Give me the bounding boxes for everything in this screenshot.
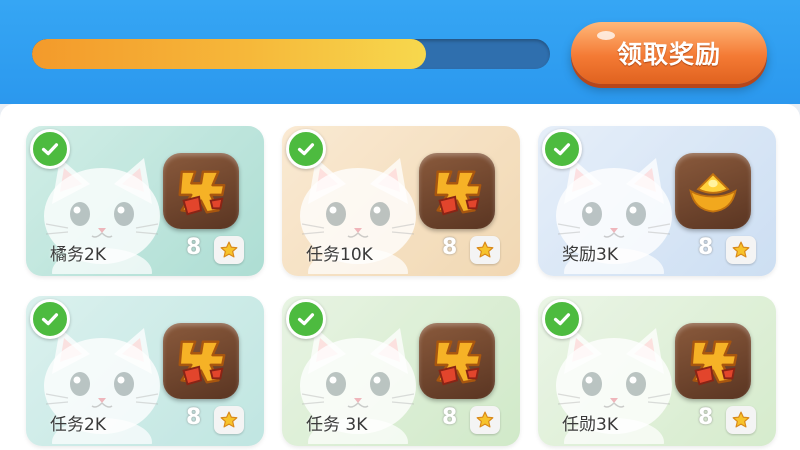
task-card[interactable]: 橘务2K 8 (26, 126, 264, 276)
task-label: 任务2K (50, 415, 106, 435)
check-icon (286, 299, 326, 339)
check-icon (30, 129, 70, 169)
star-icon (470, 236, 500, 264)
gold-ingot-icon (675, 153, 751, 229)
reward-character-icon (163, 153, 239, 229)
progress-fill (32, 39, 426, 69)
reward-count: 8 (442, 405, 458, 430)
reward-count: 8 (186, 405, 202, 430)
reward-character-icon (163, 323, 239, 399)
star-icon (726, 406, 756, 434)
check-icon (542, 129, 582, 169)
check-icon (542, 299, 582, 339)
reward-count: 8 (442, 235, 458, 260)
check-icon (286, 129, 326, 169)
star-icon (214, 236, 244, 264)
task-label: 奖励3K (562, 245, 618, 265)
reward-character-icon (419, 153, 495, 229)
task-label: 任务 3K (306, 415, 368, 435)
task-label: 任勋3K (562, 415, 618, 435)
star-icon (726, 236, 756, 264)
task-card[interactable]: 任务10K 8 (282, 126, 520, 276)
progress-bar (32, 39, 550, 69)
top-bar: 领取奖励 (0, 0, 800, 104)
check-icon (30, 299, 70, 339)
reward-character-icon (419, 323, 495, 399)
claim-reward-button[interactable]: 领取奖励 (571, 22, 767, 84)
reward-count: 8 (698, 235, 714, 260)
reward-count: 8 (186, 235, 202, 260)
task-label: 橘务2K (50, 245, 106, 265)
task-card[interactable]: 任务2K 8 (26, 296, 264, 446)
reward-character-icon (675, 323, 751, 399)
star-icon (470, 406, 500, 434)
claim-reward-label: 领取奖励 (616, 40, 721, 69)
reward-count: 8 (698, 405, 714, 430)
star-icon (214, 406, 244, 434)
task-card[interactable]: 任勋3K 8 (538, 296, 776, 446)
task-label: 任务10K (306, 245, 373, 265)
task-card[interactable]: 任务 3K 8 (282, 296, 520, 446)
task-card[interactable]: 奖励3K 8 (538, 126, 776, 276)
